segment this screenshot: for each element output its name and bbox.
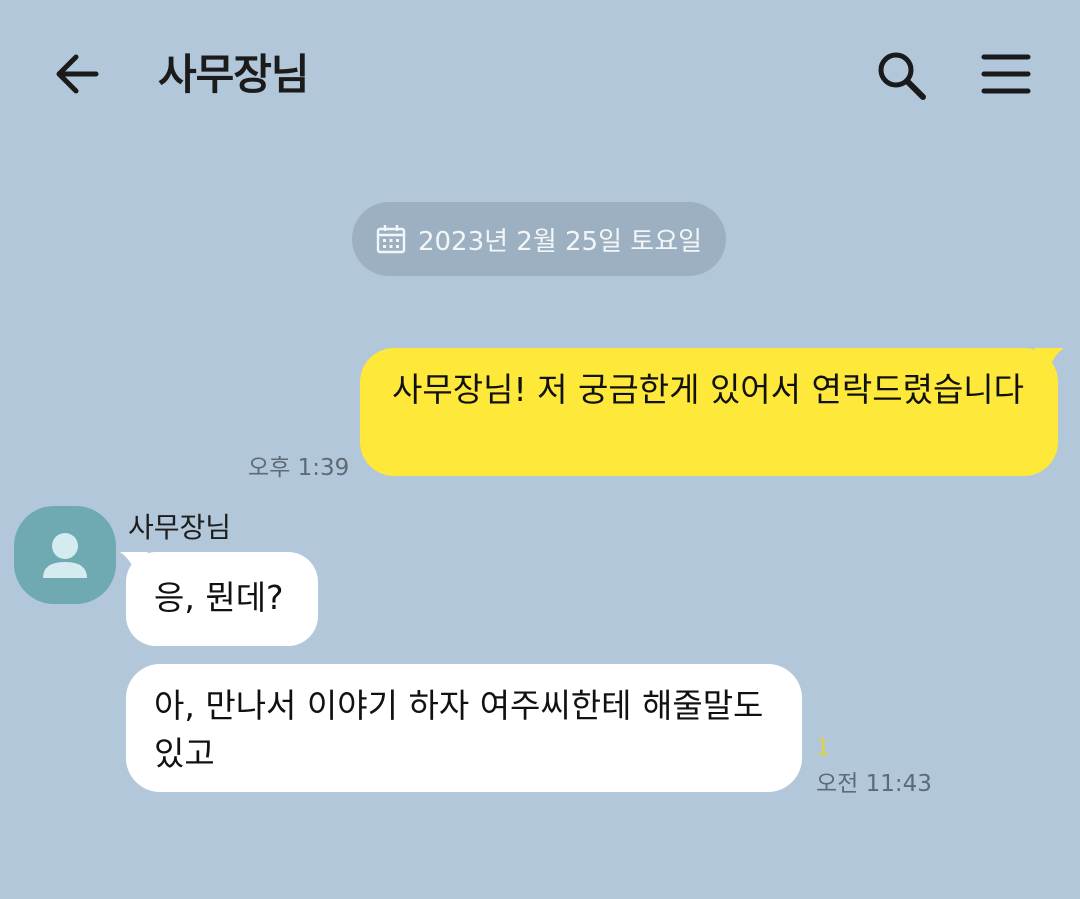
default-profile-icon xyxy=(43,533,87,578)
back-button[interactable] xyxy=(50,50,102,98)
search-button[interactable] xyxy=(874,48,930,104)
menu-button[interactable] xyxy=(980,52,1032,96)
sender-name: 사무장님 xyxy=(128,511,232,544)
incoming-message-bubble[interactable]: 응, 뭔데? xyxy=(126,552,318,646)
incoming-message-bubble[interactable]: 아, 만나서 이야기 하자 여주씨한테 해줄말도 있고 xyxy=(126,664,802,792)
date-divider: 2023년 2월 25일 토요일 xyxy=(352,202,726,276)
chat-header: 사무장님 xyxy=(0,0,1080,150)
calendar-icon xyxy=(376,225,406,254)
unread-count: 1 xyxy=(816,736,830,761)
chat-title: 사무장님 xyxy=(158,50,310,99)
search-icon xyxy=(878,52,926,100)
message-time: 오후 1:39 xyxy=(248,455,350,481)
outgoing-message-bubble[interactable]: 사무장님! 저 궁금한게 있어서 연락드렸습니다 xyxy=(360,348,1058,476)
avatar[interactable] xyxy=(14,506,116,604)
arrow-left-icon xyxy=(56,54,99,94)
message-time: 오전 11:43 xyxy=(816,771,932,797)
hamburger-menu-icon xyxy=(981,54,1031,94)
date-text: 2023년 2월 25일 토요일 xyxy=(417,226,703,257)
